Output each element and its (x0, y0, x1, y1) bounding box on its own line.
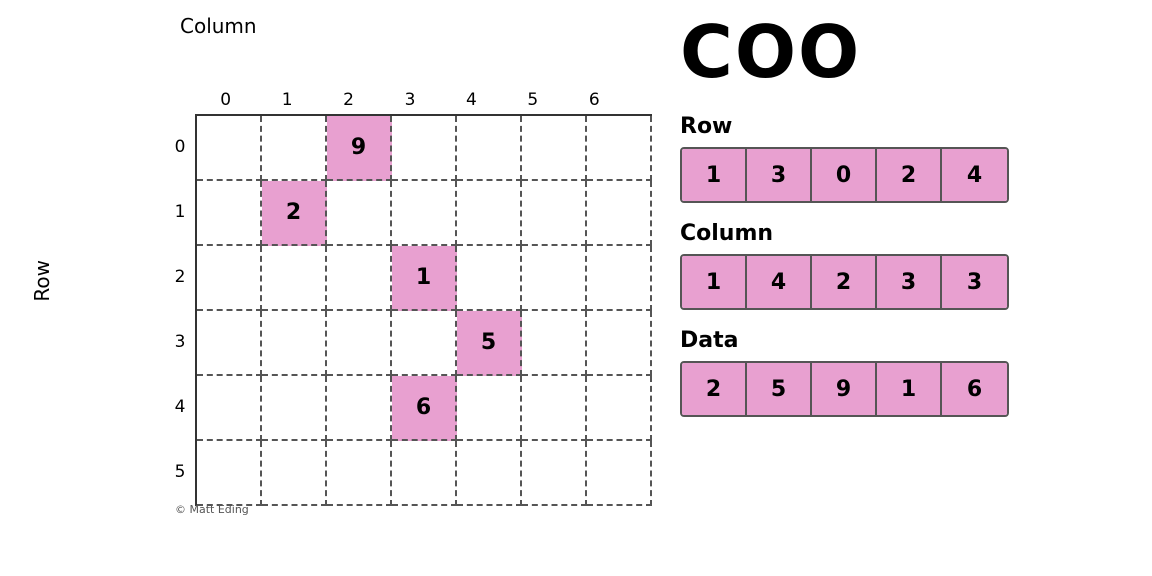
column-array-section: Column 14233 (680, 221, 1132, 310)
grid-cell (327, 181, 392, 246)
grid-cell: 1 (392, 246, 457, 311)
array-cell: 2 (682, 363, 747, 415)
grid-cell (197, 181, 262, 246)
col-header: 0 (195, 90, 256, 110)
column-label-top: Column (180, 14, 257, 38)
row-label-left: Row (30, 260, 54, 302)
array-cell: 3 (747, 149, 812, 201)
grid-cell (197, 116, 262, 181)
grid-cell (262, 441, 327, 506)
grid-cell (457, 181, 522, 246)
col-header: 1 (256, 90, 317, 110)
array-cell: 1 (877, 363, 942, 415)
array-cell: 2 (812, 256, 877, 308)
copyright: © Matt Eding (175, 503, 249, 516)
grid-cell (457, 441, 522, 506)
row-headers: 012345 (165, 114, 195, 506)
grid-cell (587, 311, 652, 376)
array-cell: 1 (682, 149, 747, 201)
grid-cell (392, 311, 457, 376)
grid-area: 0123456 012345 92156 (165, 90, 625, 506)
col-header: 2 (318, 90, 379, 110)
col-headers: 0123456 (195, 90, 625, 110)
grid-cell (522, 181, 587, 246)
grid-cell (327, 376, 392, 441)
grid-cell (587, 376, 652, 441)
array-cell: 9 (812, 363, 877, 415)
column-array-label: Column (680, 221, 1132, 246)
grid-cell (262, 116, 327, 181)
grid-cell (197, 376, 262, 441)
array-cell: 3 (877, 256, 942, 308)
row-header: 4 (165, 374, 195, 439)
grid-cell (392, 181, 457, 246)
grid-cell (587, 181, 652, 246)
array-cell: 4 (942, 149, 1007, 201)
array-cell: 5 (747, 363, 812, 415)
row-header: 3 (165, 309, 195, 374)
grid-cell (522, 116, 587, 181)
col-header: 3 (379, 90, 440, 110)
array-cell: 0 (812, 149, 877, 201)
matrix-grid: 92156 (195, 114, 652, 506)
array-cell: 4 (747, 256, 812, 308)
grid-cell (457, 246, 522, 311)
grid-cell: 9 (327, 116, 392, 181)
row-header: 1 (165, 179, 195, 244)
grid-cell (327, 246, 392, 311)
grid-cell (262, 246, 327, 311)
data-array-section: Data 25916 (680, 328, 1132, 417)
grid-cell (457, 116, 522, 181)
grid-cell: 6 (392, 376, 457, 441)
column-array-row: 14233 (680, 254, 1009, 310)
col-header: 4 (441, 90, 502, 110)
array-cell: 2 (877, 149, 942, 201)
grid-cell (262, 376, 327, 441)
data-array-label: Data (680, 328, 1132, 353)
grid-cell (522, 441, 587, 506)
array-cell: 3 (942, 256, 1007, 308)
grid-with-row-headers: 012345 92156 (165, 114, 625, 506)
grid-cell (197, 246, 262, 311)
grid-cell (587, 441, 652, 506)
grid-cell (392, 441, 457, 506)
grid-cell: 2 (262, 181, 327, 246)
data-array-row: 25916 (680, 361, 1009, 417)
grid-cell (522, 376, 587, 441)
grid-cell: 5 (457, 311, 522, 376)
row-header: 5 (165, 439, 195, 504)
grid-cell (522, 246, 587, 311)
row-array-row: 13024 (680, 147, 1009, 203)
col-header: 6 (564, 90, 625, 110)
array-cell: 6 (942, 363, 1007, 415)
right-panel: COO Row 13024 Column 14233 Data 25916 (660, 0, 1152, 445)
left-panel: Column Row 0123456 012345 92156 © Matt E… (0, 0, 660, 576)
grid-cell (197, 311, 262, 376)
grid-cell (587, 116, 652, 181)
grid-cell (327, 311, 392, 376)
row-array-section: Row 13024 (680, 114, 1132, 203)
grid-cell (197, 441, 262, 506)
grid-cell (522, 311, 587, 376)
grid-cell (262, 311, 327, 376)
grid-cell (587, 246, 652, 311)
row-array-label: Row (680, 114, 1132, 139)
grid-cell (392, 116, 457, 181)
coo-title: COO (680, 10, 1132, 94)
row-header: 0 (165, 114, 195, 179)
grid-cell (327, 441, 392, 506)
row-header: 2 (165, 244, 195, 309)
array-cell: 1 (682, 256, 747, 308)
col-header: 5 (502, 90, 563, 110)
grid-cell (457, 376, 522, 441)
